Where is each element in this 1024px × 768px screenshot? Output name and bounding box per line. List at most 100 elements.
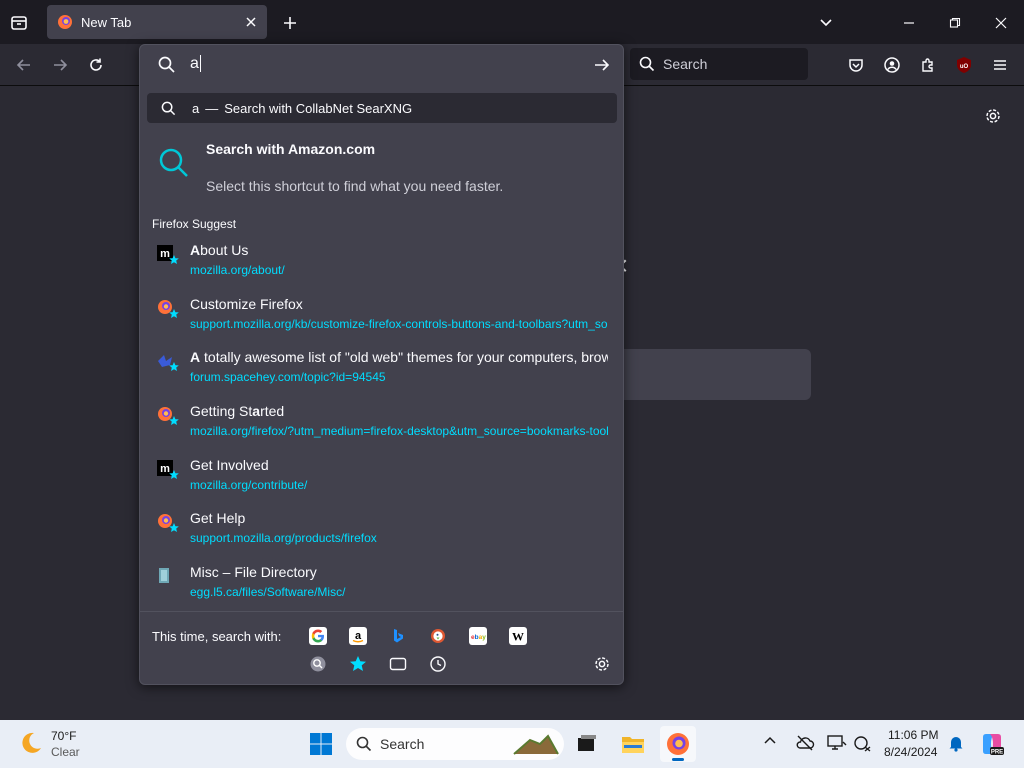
result-row[interactable]: Customize Firefox support.mozilla.org/kb… (140, 293, 623, 343)
account-button[interactable] (881, 54, 903, 76)
pocket-button[interactable] (845, 54, 867, 76)
heuristic-search-result[interactable]: a — Search with CollabNet SearXNG (147, 93, 617, 123)
ebay-icon: ebay (471, 634, 486, 641)
start-button[interactable] (309, 732, 333, 756)
onedrive-button[interactable] (795, 734, 815, 754)
result-row[interactable]: Get Help support.mozilla.org/products/fi… (140, 507, 623, 557)
star-icon (350, 656, 366, 671)
restore-button[interactable] (944, 12, 966, 34)
back-button[interactable] (13, 54, 35, 76)
svg-text:m: m (160, 463, 170, 475)
weather-condition: Clear (51, 745, 80, 759)
result-row[interactable]: A totally awesome list of "old web" them… (140, 346, 623, 396)
search-engine-button[interactable] (309, 655, 327, 673)
new-tab-button[interactable] (279, 12, 301, 34)
forward-button[interactable] (49, 54, 71, 76)
wikipedia-engine-button[interactable]: W (509, 627, 527, 645)
copilot-icon: PRE (983, 734, 1004, 756)
bing-icon (394, 629, 403, 643)
personalize-button[interactable] (982, 105, 1004, 127)
tabs-search-button[interactable] (389, 655, 407, 673)
minimize-button[interactable] (898, 12, 920, 34)
searx-icon (310, 656, 326, 672)
tab-strip: New Tab (0, 0, 1024, 44)
display-button[interactable] (827, 734, 847, 754)
bing-engine-button[interactable] (389, 627, 407, 645)
svg-text:m: m (160, 248, 170, 260)
go-button[interactable] (593, 56, 613, 76)
folder-icon (622, 737, 644, 753)
menu-button[interactable] (989, 54, 1011, 76)
windows-logo-icon (310, 733, 332, 755)
task-view-button[interactable] (575, 732, 599, 756)
result-url: forum.spacehey.com/topic?id=94545 (190, 370, 386, 384)
extensions-button[interactable] (917, 54, 939, 76)
bookmarks-search-button[interactable] (349, 655, 367, 673)
close-window-button[interactable] (990, 12, 1012, 34)
result-title: Customize Firefox (190, 296, 303, 312)
result-title: Getting Started (190, 403, 285, 419)
firefox-bookmark-icon (158, 300, 179, 318)
clock-time[interactable]: 11:06 PM (888, 728, 938, 742)
pocket-icon (849, 59, 863, 72)
firefox-bookmark-icon (158, 407, 179, 425)
list-all-tabs-button[interactable] (815, 12, 837, 34)
clock-date[interactable]: 8/24/2024 (884, 745, 937, 759)
close-tab-button[interactable] (241, 12, 261, 32)
spacehey-bookmark-icon (158, 355, 179, 371)
result-row[interactable]: m About Us mozilla.org/about/ (140, 239, 623, 289)
ublock-icon: uO (957, 57, 971, 73)
search-icon (639, 56, 655, 72)
result-title: Get Involved (190, 457, 269, 473)
file-explorer-button[interactable] (620, 732, 646, 756)
duckduckgo-engine-button[interactable] (429, 627, 447, 645)
reload-button[interactable] (85, 54, 107, 76)
urlbar-input-text: a (190, 55, 201, 73)
active-app-indicator (672, 758, 684, 761)
result-title: A totally awesome list of "old web" them… (190, 349, 608, 365)
tab-new-tab[interactable]: New Tab (47, 5, 267, 39)
ntp-search-box[interactable] (600, 349, 811, 400)
taskbar-search[interactable]: Search (346, 728, 564, 760)
restore-icon (949, 17, 961, 28)
result-url: mozilla.org/firefox/?utm_medium=firefox-… (190, 424, 608, 438)
result-row[interactable]: Getting Started mozilla.org/firefox/?utm… (140, 400, 623, 450)
network-disconnected-icon (854, 736, 871, 752)
tab-title: New Tab (81, 14, 132, 30)
mozilla-bookmark-icon: m (157, 245, 179, 264)
urlbar-popup: a a — Search with CollabNet SearXNG Sear… (139, 44, 624, 685)
minimize-icon (904, 22, 914, 24)
cloud-offline-icon (796, 735, 815, 751)
result-title: Get Help (190, 510, 246, 526)
weather-temperature: 70°F (51, 729, 77, 743)
history-search-button[interactable] (429, 655, 447, 673)
arrow-right-icon (595, 59, 610, 71)
search-shortcut-tip[interactable]: Search with Amazon.com Select this short… (140, 133, 623, 203)
weather-widget[interactable] (18, 730, 44, 756)
result-title: About Us (190, 242, 249, 258)
chevron-down-icon (820, 19, 832, 27)
amazon-icon: a (352, 630, 364, 643)
task-view-icon (578, 735, 596, 751)
bell-icon (949, 737, 963, 752)
result-row[interactable]: m Get Involved mozilla.org/contribute/ (140, 454, 623, 504)
show-hidden-icons-button[interactable] (763, 734, 783, 754)
search-settings-button[interactable] (593, 655, 611, 673)
search-icon (356, 736, 372, 752)
heuristic-separator: — (205, 100, 219, 116)
firefox-taskbar-button[interactable] (660, 726, 696, 762)
amazon-engine-button[interactable]: a (349, 627, 367, 645)
search-icon (159, 148, 188, 177)
notifications-button[interactable] (947, 734, 967, 754)
google-engine-button[interactable] (309, 627, 327, 645)
firefox-bookmark-icon (158, 514, 179, 532)
firefox-view-button[interactable] (8, 12, 30, 34)
toolbar-search-box[interactable]: Search (630, 48, 808, 80)
network-button[interactable] (852, 734, 872, 754)
ublock-button[interactable]: uO (953, 54, 975, 76)
urlbar-input[interactable]: a (140, 45, 623, 85)
copilot-button[interactable]: PRE (979, 731, 1005, 757)
ebay-engine-button[interactable]: ebay (469, 627, 487, 645)
result-row[interactable]: Misc – File Directory egg.l5.ca/files/So… (140, 561, 623, 611)
mozilla-bookmark-icon: m (157, 460, 179, 479)
